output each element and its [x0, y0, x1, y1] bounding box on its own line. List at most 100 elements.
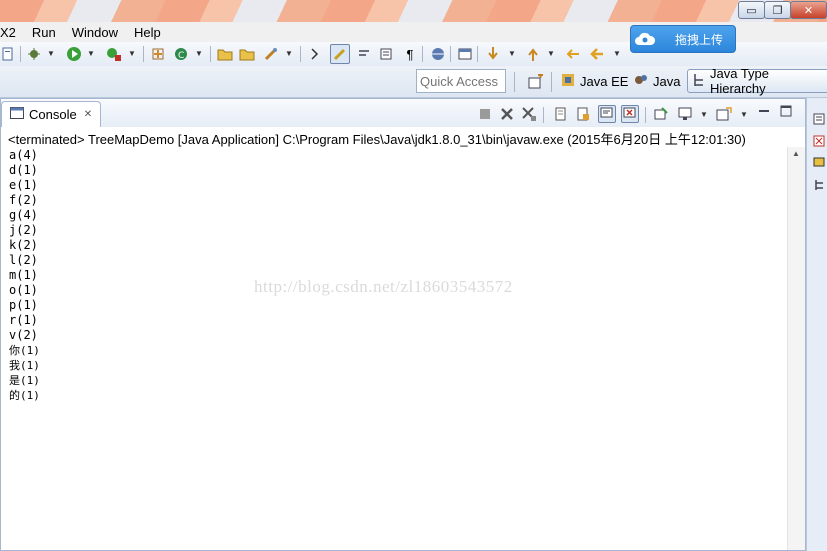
block-selection-icon[interactable] — [378, 46, 394, 62]
console-status-line: <terminated> TreeMapDemo [Java Applicati… — [8, 132, 746, 147]
close-button[interactable]: ✕ — [790, 1, 827, 19]
open-folder-icon[interactable] — [239, 46, 255, 62]
show-whitespace-icon[interactable] — [356, 46, 372, 62]
maximize-button[interactable]: ❐ — [764, 1, 791, 19]
debug-icon[interactable] — [26, 46, 42, 62]
perspective-label: Java Type Hierarchy — [710, 66, 770, 96]
back-icon[interactable] — [589, 46, 605, 62]
open-perspective-icon[interactable] — [528, 74, 544, 90]
toolbar-separator — [422, 46, 423, 62]
svg-text:C: C — [178, 51, 184, 61]
console-line: v(2) — [9, 328, 38, 342]
external-tools-dropdown-icon[interactable]: ▼ — [128, 49, 136, 58]
console-line: j(2) — [9, 223, 38, 237]
scroll-lock-icon[interactable] — [574, 105, 592, 123]
view-tab-bar: Console ✕ ▼ ▼ — [1, 99, 805, 127]
perspective-java[interactable]: Java — [629, 69, 684, 93]
vertical-scrollbar[interactable]: ▲ — [787, 147, 805, 550]
toolbar-separator — [300, 46, 301, 62]
close-tab-icon[interactable]: ✕ — [84, 109, 92, 120]
minimize-view-icon[interactable] — [755, 102, 773, 120]
remove-launch-icon[interactable] — [498, 105, 516, 123]
show-on-output-icon[interactable] — [598, 105, 616, 123]
problems-icon[interactable] — [812, 134, 826, 148]
toolbar-separator — [551, 72, 552, 92]
search-icon[interactable] — [263, 46, 279, 62]
perspective-java-ee[interactable]: Java EE — [556, 69, 632, 93]
external-tools-icon[interactable] — [106, 46, 122, 62]
tab-console[interactable]: Console ✕ — [1, 101, 101, 127]
type-hierarchy-perspective-icon — [692, 72, 706, 91]
drag-upload-button[interactable]: 拖拽上传 — [630, 25, 736, 53]
console-tab-label: Console — [29, 107, 77, 122]
perspective-label: Java — [653, 73, 681, 89]
console-line: f(2) — [9, 193, 38, 207]
upload-label: 拖拽上传 — [675, 32, 724, 47]
perspective-label: Java EE — [580, 73, 629, 89]
new-java-project-icon[interactable] — [150, 46, 166, 62]
toolbar-separator — [543, 107, 544, 123]
tasks-icon[interactable] — [812, 155, 826, 169]
open-console-icon[interactable] — [715, 105, 733, 123]
open-type-icon[interactable] — [217, 46, 233, 62]
next-annotation-icon[interactable] — [485, 46, 501, 62]
side-trim-strip — [806, 98, 827, 551]
toolbar-separator — [645, 107, 646, 123]
toolbar-separator — [210, 46, 211, 62]
toolbar-separator — [514, 72, 515, 92]
console-line: a(4) — [9, 148, 38, 162]
back-dropdown-icon[interactable]: ▼ — [613, 49, 621, 58]
menu-x2[interactable]: X2 — [0, 25, 24, 40]
window-titlebar: ▭ ❐ ✕ — [0, 0, 827, 22]
pin-console-icon[interactable] — [652, 105, 670, 123]
hierarchy-icon[interactable] — [812, 178, 826, 192]
console-line: g(4) — [9, 208, 38, 222]
new-icon[interactable] — [0, 46, 16, 62]
menu-window[interactable]: Window — [64, 25, 126, 40]
maximize-view-icon[interactable] — [777, 102, 795, 120]
clear-console-icon[interactable] — [552, 105, 570, 123]
console-line: p(1) — [9, 298, 38, 312]
console-line: 的(1) — [9, 389, 40, 402]
console-line: e(1) — [9, 178, 38, 192]
toggle-breadcrumb-icon[interactable] — [308, 46, 324, 62]
console-line: o(1) — [9, 283, 38, 297]
toolbar-separator — [20, 46, 21, 62]
window-icon[interactable] — [457, 46, 473, 62]
outline-icon[interactable] — [812, 112, 826, 126]
next-annotation-dropdown-icon[interactable]: ▼ — [508, 49, 516, 58]
menu-help[interactable]: Help — [126, 25, 169, 40]
new-class-icon[interactable]: C — [173, 46, 189, 62]
remove-all-terminated-icon[interactable] — [520, 105, 538, 123]
display-console-dropdown-icon[interactable]: ▼ — [700, 110, 708, 119]
globe-icon[interactable] — [430, 46, 446, 62]
open-console-dropdown-icon[interactable]: ▼ — [740, 110, 748, 119]
run-icon[interactable] — [66, 46, 82, 62]
java-perspective-icon — [633, 72, 649, 91]
terminate-icon[interactable] — [476, 105, 494, 123]
search-dropdown-icon[interactable]: ▼ — [285, 49, 293, 58]
display-console-icon[interactable] — [677, 105, 695, 123]
last-edit-location-icon[interactable] — [565, 46, 581, 62]
toolbar-separator — [450, 46, 451, 62]
pilcrow-icon[interactable]: ¶ — [402, 46, 418, 62]
console-line: k(2) — [9, 238, 38, 252]
console-view: Console ✕ ▼ ▼ <terminated> TreeMapDemo [… — [0, 98, 806, 551]
console-output[interactable]: a(4) d(1) e(1) f(2) g(4) j(2) k(2) l(2) … — [9, 148, 40, 403]
perspective-java-type-hierarchy[interactable]: Java Type Hierarchy — [687, 66, 827, 96]
cloud-upload-icon — [633, 27, 657, 51]
quick-access-input[interactable] — [416, 69, 506, 93]
watermark-text: http://blog.csdn.net/zl18603543572 — [254, 277, 513, 296]
new-class-dropdown-icon[interactable]: ▼ — [195, 49, 203, 58]
mark-occurrences-icon[interactable] — [330, 44, 350, 64]
console-line: d(1) — [9, 163, 38, 177]
previous-annotation-dropdown-icon[interactable]: ▼ — [547, 49, 555, 58]
minimize-button[interactable]: ▭ — [738, 1, 765, 19]
previous-annotation-icon[interactable] — [525, 46, 541, 62]
menu-run[interactable]: Run — [24, 25, 64, 40]
debug-dropdown-icon[interactable]: ▼ — [47, 49, 55, 58]
console-line: r(1) — [9, 313, 38, 327]
scroll-up-arrow-icon[interactable]: ▲ — [792, 149, 800, 158]
run-dropdown-icon[interactable]: ▼ — [87, 49, 95, 58]
show-on-error-icon[interactable] — [621, 105, 639, 123]
